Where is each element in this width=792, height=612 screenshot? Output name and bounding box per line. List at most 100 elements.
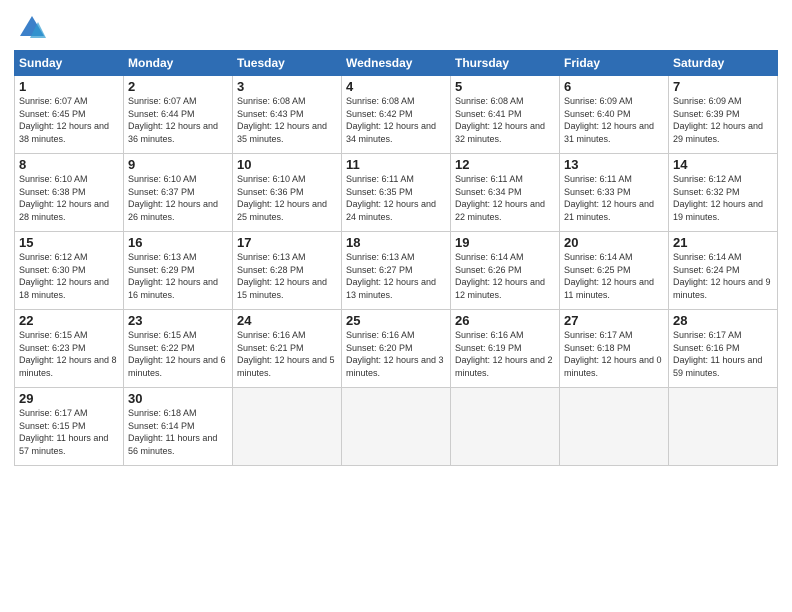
- day-number: 21: [673, 235, 773, 250]
- weekday-header-sunday: Sunday: [15, 51, 124, 76]
- calendar-cell: 18Sunrise: 6:13 AMSunset: 6:27 PMDayligh…: [342, 232, 451, 310]
- page-header: [14, 10, 778, 42]
- day-info: Sunrise: 6:17 AMSunset: 6:16 PMDaylight:…: [673, 329, 773, 379]
- day-number: 14: [673, 157, 773, 172]
- day-info: Sunrise: 6:13 AMSunset: 6:28 PMDaylight:…: [237, 251, 337, 301]
- day-info: Sunrise: 6:08 AMSunset: 6:42 PMDaylight:…: [346, 95, 446, 145]
- day-number: 13: [564, 157, 664, 172]
- day-info: Sunrise: 6:16 AMSunset: 6:20 PMDaylight:…: [346, 329, 446, 379]
- day-number: 19: [455, 235, 555, 250]
- day-info: Sunrise: 6:16 AMSunset: 6:19 PMDaylight:…: [455, 329, 555, 379]
- calendar-cell: [342, 388, 451, 466]
- calendar-cell: 7Sunrise: 6:09 AMSunset: 6:39 PMDaylight…: [669, 76, 778, 154]
- calendar-cell: 26Sunrise: 6:16 AMSunset: 6:19 PMDayligh…: [451, 310, 560, 388]
- calendar-cell: 29Sunrise: 6:17 AMSunset: 6:15 PMDayligh…: [15, 388, 124, 466]
- logo-icon: [18, 14, 46, 42]
- calendar-cell: 30Sunrise: 6:18 AMSunset: 6:14 PMDayligh…: [124, 388, 233, 466]
- day-number: 25: [346, 313, 446, 328]
- calendar-cell: 14Sunrise: 6:12 AMSunset: 6:32 PMDayligh…: [669, 154, 778, 232]
- calendar-cell: 10Sunrise: 6:10 AMSunset: 6:36 PMDayligh…: [233, 154, 342, 232]
- calendar-cell: 27Sunrise: 6:17 AMSunset: 6:18 PMDayligh…: [560, 310, 669, 388]
- day-number: 4: [346, 79, 446, 94]
- day-number: 29: [19, 391, 119, 406]
- day-number: 2: [128, 79, 228, 94]
- calendar-cell: [669, 388, 778, 466]
- calendar-cell: 16Sunrise: 6:13 AMSunset: 6:29 PMDayligh…: [124, 232, 233, 310]
- day-info: Sunrise: 6:08 AMSunset: 6:41 PMDaylight:…: [455, 95, 555, 145]
- weekday-header-friday: Friday: [560, 51, 669, 76]
- day-info: Sunrise: 6:10 AMSunset: 6:38 PMDaylight:…: [19, 173, 119, 223]
- calendar-row-3: 22Sunrise: 6:15 AMSunset: 6:23 PMDayligh…: [15, 310, 778, 388]
- calendar-cell: 4Sunrise: 6:08 AMSunset: 6:42 PMDaylight…: [342, 76, 451, 154]
- day-info: Sunrise: 6:09 AMSunset: 6:40 PMDaylight:…: [564, 95, 664, 145]
- day-info: Sunrise: 6:10 AMSunset: 6:36 PMDaylight:…: [237, 173, 337, 223]
- calendar-cell: 28Sunrise: 6:17 AMSunset: 6:16 PMDayligh…: [669, 310, 778, 388]
- calendar-cell: 1Sunrise: 6:07 AMSunset: 6:45 PMDaylight…: [15, 76, 124, 154]
- day-number: 23: [128, 313, 228, 328]
- day-number: 18: [346, 235, 446, 250]
- day-number: 28: [673, 313, 773, 328]
- day-number: 12: [455, 157, 555, 172]
- day-number: 22: [19, 313, 119, 328]
- day-number: 26: [455, 313, 555, 328]
- day-number: 5: [455, 79, 555, 94]
- calendar-cell: 23Sunrise: 6:15 AMSunset: 6:22 PMDayligh…: [124, 310, 233, 388]
- day-info: Sunrise: 6:14 AMSunset: 6:24 PMDaylight:…: [673, 251, 773, 301]
- day-info: Sunrise: 6:07 AMSunset: 6:44 PMDaylight:…: [128, 95, 228, 145]
- day-info: Sunrise: 6:15 AMSunset: 6:23 PMDaylight:…: [19, 329, 119, 379]
- calendar-cell: 2Sunrise: 6:07 AMSunset: 6:44 PMDaylight…: [124, 76, 233, 154]
- day-info: Sunrise: 6:16 AMSunset: 6:21 PMDaylight:…: [237, 329, 337, 379]
- day-info: Sunrise: 6:07 AMSunset: 6:45 PMDaylight:…: [19, 95, 119, 145]
- day-info: Sunrise: 6:12 AMSunset: 6:30 PMDaylight:…: [19, 251, 119, 301]
- calendar-table: SundayMondayTuesdayWednesdayThursdayFrid…: [14, 50, 778, 466]
- day-info: Sunrise: 6:08 AMSunset: 6:43 PMDaylight:…: [237, 95, 337, 145]
- calendar-row-4: 29Sunrise: 6:17 AMSunset: 6:15 PMDayligh…: [15, 388, 778, 466]
- day-number: 6: [564, 79, 664, 94]
- day-number: 1: [19, 79, 119, 94]
- calendar-cell: [451, 388, 560, 466]
- calendar-row-2: 15Sunrise: 6:12 AMSunset: 6:30 PMDayligh…: [15, 232, 778, 310]
- day-info: Sunrise: 6:12 AMSunset: 6:32 PMDaylight:…: [673, 173, 773, 223]
- day-number: 11: [346, 157, 446, 172]
- calendar-cell: 22Sunrise: 6:15 AMSunset: 6:23 PMDayligh…: [15, 310, 124, 388]
- calendar-cell: [233, 388, 342, 466]
- day-number: 20: [564, 235, 664, 250]
- day-info: Sunrise: 6:10 AMSunset: 6:37 PMDaylight:…: [128, 173, 228, 223]
- calendar-cell: 5Sunrise: 6:08 AMSunset: 6:41 PMDaylight…: [451, 76, 560, 154]
- calendar-cell: 17Sunrise: 6:13 AMSunset: 6:28 PMDayligh…: [233, 232, 342, 310]
- calendar-cell: 15Sunrise: 6:12 AMSunset: 6:30 PMDayligh…: [15, 232, 124, 310]
- calendar-cell: 25Sunrise: 6:16 AMSunset: 6:20 PMDayligh…: [342, 310, 451, 388]
- calendar-cell: 12Sunrise: 6:11 AMSunset: 6:34 PMDayligh…: [451, 154, 560, 232]
- calendar-cell: 9Sunrise: 6:10 AMSunset: 6:37 PMDaylight…: [124, 154, 233, 232]
- weekday-header-tuesday: Tuesday: [233, 51, 342, 76]
- calendar-cell: 11Sunrise: 6:11 AMSunset: 6:35 PMDayligh…: [342, 154, 451, 232]
- day-number: 8: [19, 157, 119, 172]
- day-number: 15: [19, 235, 119, 250]
- day-number: 10: [237, 157, 337, 172]
- calendar-cell: 6Sunrise: 6:09 AMSunset: 6:40 PMDaylight…: [560, 76, 669, 154]
- day-info: Sunrise: 6:15 AMSunset: 6:22 PMDaylight:…: [128, 329, 228, 379]
- calendar-cell: 20Sunrise: 6:14 AMSunset: 6:25 PMDayligh…: [560, 232, 669, 310]
- weekday-header-saturday: Saturday: [669, 51, 778, 76]
- weekday-header-thursday: Thursday: [451, 51, 560, 76]
- day-number: 16: [128, 235, 228, 250]
- calendar-cell: [560, 388, 669, 466]
- weekday-header-wednesday: Wednesday: [342, 51, 451, 76]
- calendar-cell: 13Sunrise: 6:11 AMSunset: 6:33 PMDayligh…: [560, 154, 669, 232]
- day-info: Sunrise: 6:13 AMSunset: 6:29 PMDaylight:…: [128, 251, 228, 301]
- calendar-cell: 19Sunrise: 6:14 AMSunset: 6:26 PMDayligh…: [451, 232, 560, 310]
- day-info: Sunrise: 6:14 AMSunset: 6:26 PMDaylight:…: [455, 251, 555, 301]
- day-info: Sunrise: 6:14 AMSunset: 6:25 PMDaylight:…: [564, 251, 664, 301]
- day-info: Sunrise: 6:18 AMSunset: 6:14 PMDaylight:…: [128, 407, 228, 457]
- calendar-row-1: 8Sunrise: 6:10 AMSunset: 6:38 PMDaylight…: [15, 154, 778, 232]
- calendar-cell: 3Sunrise: 6:08 AMSunset: 6:43 PMDaylight…: [233, 76, 342, 154]
- calendar-row-0: 1Sunrise: 6:07 AMSunset: 6:45 PMDaylight…: [15, 76, 778, 154]
- day-number: 30: [128, 391, 228, 406]
- calendar-cell: 21Sunrise: 6:14 AMSunset: 6:24 PMDayligh…: [669, 232, 778, 310]
- day-number: 27: [564, 313, 664, 328]
- weekday-header-monday: Monday: [124, 51, 233, 76]
- day-info: Sunrise: 6:17 AMSunset: 6:15 PMDaylight:…: [19, 407, 119, 457]
- day-info: Sunrise: 6:13 AMSunset: 6:27 PMDaylight:…: [346, 251, 446, 301]
- day-number: 24: [237, 313, 337, 328]
- calendar-cell: 24Sunrise: 6:16 AMSunset: 6:21 PMDayligh…: [233, 310, 342, 388]
